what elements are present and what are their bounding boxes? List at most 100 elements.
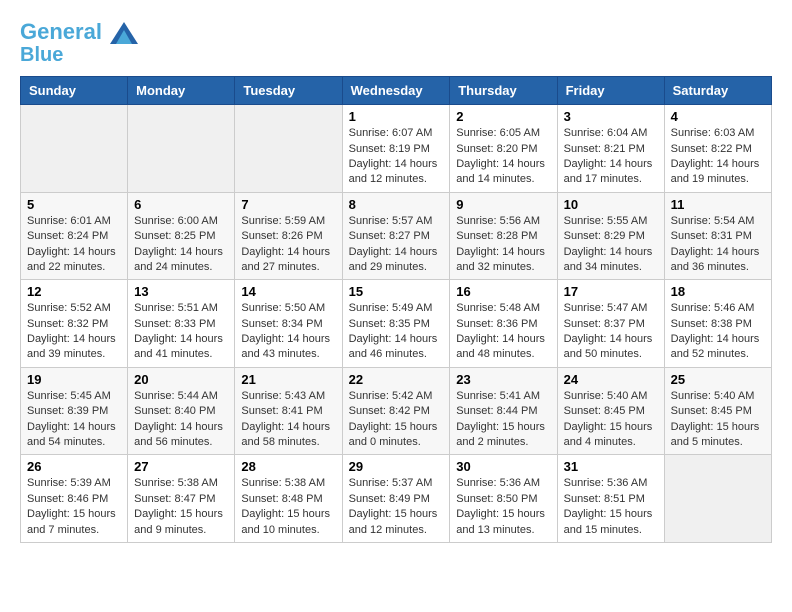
day-number: 24 (564, 372, 658, 387)
calendar-day-cell: 4 Sunrise: 6:03 AMSunset: 8:22 PMDaylight… (664, 105, 771, 193)
day-info: Sunrise: 5:40 AMSunset: 8:45 PMDaylight:… (671, 389, 765, 451)
day-number: 5 (27, 197, 121, 212)
calendar-day-cell: 22 Sunrise: 5:42 AMSunset: 8:42 PMDayligh… (342, 367, 450, 455)
day-number: 28 (241, 459, 335, 474)
calendar-day-cell: 29 Sunrise: 5:37 AMSunset: 8:49 PMDayligh… (342, 455, 450, 543)
day-info: Sunrise: 5:39 AMSunset: 8:46 PMDaylight:… (27, 476, 121, 538)
day-info: Sunrise: 5:57 AMSunset: 8:27 PMDaylight:… (349, 214, 444, 276)
day-number: 23 (456, 372, 550, 387)
day-number: 21 (241, 372, 335, 387)
day-number: 13 (134, 284, 228, 299)
calendar-day-cell: 30Sunrise: 5:36 AMSunset: 8:50 PMDayligh… (450, 455, 557, 543)
day-info: Sunrise: 5:59 AMSunset: 8:26 PMDaylight:… (241, 214, 335, 276)
day-info: Sunrise: 5:42 AMSunset: 8:42 PMDaylight:… (349, 389, 444, 451)
calendar-day-cell: 27Sunrise: 5:38 AMSunset: 8:47 PMDayligh… (128, 455, 235, 543)
weekday-header: Wednesday (342, 77, 450, 105)
calendar-day-cell: 8 Sunrise: 5:57 AMSunset: 8:27 PMDaylight… (342, 192, 450, 280)
calendar-day-cell: 23 Sunrise: 5:41 AMSunset: 8:44 PMDayligh… (450, 367, 557, 455)
day-number: 9 (456, 197, 550, 212)
calendar-day-cell: 11Sunrise: 5:54 AMSunset: 8:31 PMDayligh… (664, 192, 771, 280)
day-info: Sunrise: 5:48 AMSunset: 8:36 PMDaylight:… (456, 301, 550, 363)
day-number: 1 (349, 109, 444, 124)
calendar-day-cell: 2 Sunrise: 6:05 AMSunset: 8:20 PMDaylight… (450, 105, 557, 193)
calendar-day-cell: 24 Sunrise: 5:40 AMSunset: 8:45 PMDayligh… (557, 367, 664, 455)
weekday-header: Tuesday (235, 77, 342, 105)
day-info: Sunrise: 5:36 AMSunset: 8:51 PMDaylight:… (564, 476, 658, 538)
calendar-day-cell (128, 105, 235, 193)
calendar-day-cell: 15 Sunrise: 5:49 AMSunset: 8:35 PMDayligh… (342, 280, 450, 368)
logo-text: General (20, 20, 138, 44)
calendar-week-row: 5Sunrise: 6:01 AMSunset: 8:24 PMDaylight… (21, 192, 772, 280)
calendar-day-cell: 1 Sunrise: 6:07 AMSunset: 8:19 PMDaylight… (342, 105, 450, 193)
calendar-week-row: 12 Sunrise: 5:52 AMSunset: 8:32 PMDayligh… (21, 280, 772, 368)
calendar-day-cell: 31Sunrise: 5:36 AMSunset: 8:51 PMDayligh… (557, 455, 664, 543)
calendar-week-row: 19Sunrise: 5:45 AMSunset: 8:39 PMDayligh… (21, 367, 772, 455)
calendar-day-cell (235, 105, 342, 193)
calendar-day-cell: 7Sunrise: 5:59 AMSunset: 8:26 PMDaylight… (235, 192, 342, 280)
day-number: 27 (134, 459, 228, 474)
day-number: 2 (456, 109, 550, 124)
day-info: Sunrise: 6:03 AMSunset: 8:22 PMDaylight:… (671, 126, 765, 188)
day-info: Sunrise: 5:56 AMSunset: 8:28 PMDaylight:… (456, 214, 550, 276)
day-number: 17 (564, 284, 658, 299)
day-info: Sunrise: 6:05 AMSunset: 8:20 PMDaylight:… (456, 126, 550, 188)
weekday-header: Monday (128, 77, 235, 105)
day-number: 14 (241, 284, 335, 299)
day-info: Sunrise: 5:55 AMSunset: 8:29 PMDaylight:… (564, 214, 658, 276)
weekday-header: Friday (557, 77, 664, 105)
calendar-day-cell (664, 455, 771, 543)
calendar-day-cell: 20 Sunrise: 5:44 AMSunset: 8:40 PMDayligh… (128, 367, 235, 455)
day-info: Sunrise: 5:37 AMSunset: 8:49 PMDaylight:… (349, 476, 444, 538)
calendar-week-row: 1 Sunrise: 6:07 AMSunset: 8:19 PMDaylight… (21, 105, 772, 193)
day-number: 6 (134, 197, 228, 212)
day-number: 29 (349, 459, 444, 474)
calendar-day-cell: 10 Sunrise: 5:55 AMSunset: 8:29 PMDayligh… (557, 192, 664, 280)
day-info: Sunrise: 5:44 AMSunset: 8:40 PMDaylight:… (134, 389, 228, 451)
day-number: 10 (564, 197, 658, 212)
day-number: 3 (564, 109, 658, 124)
day-info: Sunrise: 5:40 AMSunset: 8:45 PMDaylight:… (564, 389, 658, 451)
day-number: 12 (27, 284, 121, 299)
calendar-day-cell (21, 105, 128, 193)
calendar-day-cell: 26 Sunrise: 5:39 AMSunset: 8:46 PMDayligh… (21, 455, 128, 543)
day-number: 4 (671, 109, 765, 124)
weekday-header: Thursday (450, 77, 557, 105)
logo-blue: Blue (20, 44, 138, 66)
day-info: Sunrise: 5:43 AMSunset: 8:41 PMDaylight:… (241, 389, 335, 451)
logo-general: General (20, 19, 102, 44)
page-container: General Blue SundayMondayTuesdayWednesda… (20, 20, 772, 543)
calendar-day-cell: 16Sunrise: 5:48 AMSunset: 8:36 PMDayligh… (450, 280, 557, 368)
calendar-day-cell: 5Sunrise: 6:01 AMSunset: 8:24 PMDaylight… (21, 192, 128, 280)
day-info: Sunrise: 5:52 AMSunset: 8:32 PMDaylight:… (27, 301, 121, 363)
day-number: 15 (349, 284, 444, 299)
calendar-day-cell: 9 Sunrise: 5:56 AMSunset: 8:28 PMDaylight… (450, 192, 557, 280)
calendar-day-cell: 12 Sunrise: 5:52 AMSunset: 8:32 PMDayligh… (21, 280, 128, 368)
day-number: 8 (349, 197, 444, 212)
calendar-day-cell: 14Sunrise: 5:50 AMSunset: 8:34 PMDayligh… (235, 280, 342, 368)
day-number: 20 (134, 372, 228, 387)
day-info: Sunrise: 5:45 AMSunset: 8:39 PMDaylight:… (27, 389, 121, 451)
day-info: Sunrise: 5:36 AMSunset: 8:50 PMDaylight:… (456, 476, 550, 538)
day-number: 26 (27, 459, 121, 474)
day-info: Sunrise: 6:04 AMSunset: 8:21 PMDaylight:… (564, 126, 658, 188)
header: General Blue (20, 20, 772, 66)
calendar-header-row: SundayMondayTuesdayWednesdayThursdayFrid… (21, 77, 772, 105)
day-info: Sunrise: 6:07 AMSunset: 8:19 PMDaylight:… (349, 126, 444, 188)
weekday-header: Sunday (21, 77, 128, 105)
day-number: 22 (349, 372, 444, 387)
calendar: SundayMondayTuesdayWednesdayThursdayFrid… (20, 76, 772, 543)
day-number: 11 (671, 197, 765, 212)
day-number: 25 (671, 372, 765, 387)
weekday-header: Saturday (664, 77, 771, 105)
day-info: Sunrise: 5:38 AMSunset: 8:48 PMDaylight:… (241, 476, 335, 538)
calendar-day-cell: 17 Sunrise: 5:47 AMSunset: 8:37 PMDayligh… (557, 280, 664, 368)
calendar-week-row: 26 Sunrise: 5:39 AMSunset: 8:46 PMDayligh… (21, 455, 772, 543)
day-info: Sunrise: 5:49 AMSunset: 8:35 PMDaylight:… (349, 301, 444, 363)
day-info: Sunrise: 5:41 AMSunset: 8:44 PMDaylight:… (456, 389, 550, 451)
logo-icon (110, 22, 138, 44)
calendar-day-cell: 21 Sunrise: 5:43 AMSunset: 8:41 PMDayligh… (235, 367, 342, 455)
calendar-day-cell: 6Sunrise: 6:00 AMSunset: 8:25 PMDaylight… (128, 192, 235, 280)
day-info: Sunrise: 5:47 AMSunset: 8:37 PMDaylight:… (564, 301, 658, 363)
calendar-day-cell: 28 Sunrise: 5:38 AMSunset: 8:48 PMDayligh… (235, 455, 342, 543)
calendar-day-cell: 3 Sunrise: 6:04 AMSunset: 8:21 PMDaylight… (557, 105, 664, 193)
